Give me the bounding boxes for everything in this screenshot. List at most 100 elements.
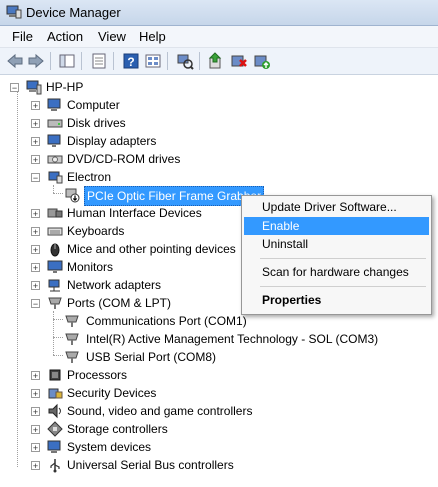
properties-icon[interactable]: [90, 52, 108, 70]
view-icon[interactable]: [144, 52, 162, 70]
system-icon: [47, 440, 61, 453]
show-hide-console-tree-icon[interactable]: [58, 52, 76, 70]
mouse-icon: [50, 243, 60, 257]
tree-item-label: DVD/CD-ROM drives: [67, 152, 181, 166]
expand-toggle[interactable]: +: [31, 119, 40, 129]
menu-separator: [260, 286, 426, 287]
tree-item-monitors[interactable]: + Monitors: [0, 258, 200, 276]
expand-toggle[interactable]: +: [31, 101, 40, 111]
tree-item-label-selected: PCIe Optic Fiber Frame Grabber: [84, 186, 265, 206]
tree-item-label: Processors: [67, 368, 128, 382]
dvd-drive-icon: [47, 155, 63, 164]
tree-item-processors[interactable]: + Processors: [0, 366, 200, 384]
expand-toggle[interactable]: +: [31, 461, 40, 471]
menu-view[interactable]: View: [98, 29, 126, 44]
menu-item-enable[interactable]: Enable: [244, 217, 429, 235]
tree-item-system-devices[interactable]: + System devices: [0, 438, 200, 456]
tree-item-label: Ports (COM & LPT): [67, 296, 172, 310]
expand-toggle[interactable]: +: [31, 443, 40, 453]
tree-item-mice[interactable]: + Mice and other pointing devices: [0, 240, 236, 258]
uninstall-icon[interactable]: [230, 52, 248, 70]
tree-item-network-adapters[interactable]: + Network adapters: [0, 276, 200, 294]
expand-toggle[interactable]: +: [31, 281, 40, 291]
collapse-toggle[interactable]: −: [31, 299, 40, 309]
tree-item-electron[interactable]: − Electron: [0, 168, 200, 186]
menu-item-scan-hardware[interactable]: Scan for hardware changes: [244, 263, 429, 281]
port-icon: [65, 315, 79, 327]
title-bar: Device Manager: [0, 0, 438, 26]
tree-item-label: System devices: [67, 440, 152, 454]
toolbar-separator: [113, 52, 114, 70]
tree-item-disk-drives[interactable]: + Disk drives: [0, 114, 200, 132]
tree-item-label: Monitors: [67, 260, 114, 274]
device-manager-icon: [6, 5, 22, 19]
forward-arrow-icon[interactable]: [27, 52, 45, 70]
toolbar: ?: [0, 48, 438, 75]
tree-item-sound-video-game[interactable]: + Sound, video and game controllers: [0, 402, 260, 420]
tree-root[interactable]: − HP-HP: [0, 78, 200, 96]
collapse-toggle[interactable]: −: [31, 173, 40, 183]
processor-icon: [49, 369, 61, 381]
monitor-icon: [47, 260, 63, 273]
tree-item-ports[interactable]: − Ports (COM & LPT): [0, 294, 200, 312]
sound-icon: [48, 403, 61, 419]
tree-item-label: USB Serial Port (COM8): [86, 350, 217, 364]
tree-item-dvd-cd-rom-drives[interactable]: + DVD/CD-ROM drives: [0, 150, 200, 168]
menu-item-uninstall[interactable]: Uninstall: [244, 235, 429, 253]
expand-toggle[interactable]: +: [31, 155, 40, 165]
expand-toggle[interactable]: +: [31, 263, 40, 273]
tree-item-com3[interactable]: Intel(R) Active Management Technology - …: [0, 330, 380, 348]
tree-item-storage-controllers[interactable]: + Storage controllers: [0, 420, 200, 438]
disk-drive-icon: [47, 119, 63, 128]
expand-toggle[interactable]: +: [31, 245, 40, 255]
collapse-toggle[interactable]: −: [10, 83, 19, 93]
expand-toggle[interactable]: +: [31, 389, 40, 399]
port-icon: [48, 297, 62, 309]
disabled-device-icon: [65, 188, 80, 203]
tree-item-computer[interactable]: + Computer: [0, 96, 200, 114]
port-icon: [65, 333, 79, 345]
expand-toggle[interactable]: +: [31, 371, 40, 381]
tree-item-label: Disk drives: [67, 116, 126, 130]
tree-item-human-interface-devices[interactable]: + Human Interface Devices: [0, 204, 202, 222]
tree-item-com8[interactable]: USB Serial Port (COM8): [0, 348, 300, 366]
port-icon: [65, 351, 79, 363]
expand-toggle[interactable]: +: [31, 209, 40, 219]
menu-item-properties[interactable]: Properties: [244, 291, 429, 309]
tree-item-label: Keyboards: [67, 224, 125, 238]
tree-item-label: Display adapters: [67, 134, 157, 148]
tree-item-label: Network adapters: [67, 278, 162, 292]
tree-item-display-adapters[interactable]: + Display adapters: [0, 132, 200, 150]
tree-item-security-devices[interactable]: + Security Devices: [0, 384, 200, 402]
tree-item-label: Electron: [67, 170, 112, 184]
menu-help[interactable]: Help: [139, 29, 166, 44]
toolbar-separator: [167, 52, 168, 70]
update-driver-icon[interactable]: [207, 52, 225, 70]
tree-item-usb-controllers[interactable]: + Universal Serial Bus controllers: [0, 456, 260, 474]
back-arrow-icon[interactable]: [6, 52, 24, 70]
menu-item-update-driver[interactable]: Update Driver Software...: [244, 198, 429, 216]
hid-icon: [47, 208, 63, 218]
help-icon[interactable]: ?: [122, 52, 140, 70]
svg-text:?: ?: [127, 55, 134, 69]
menu-action[interactable]: Action: [47, 29, 83, 44]
keyboard-icon: [47, 227, 63, 236]
expand-toggle[interactable]: +: [31, 227, 40, 237]
network-icon: [48, 279, 60, 292]
toolbar-separator: [50, 52, 51, 70]
expand-toggle[interactable]: +: [31, 407, 40, 417]
tree-item-label: Sound, video and game controllers: [67, 404, 253, 418]
electron-device-icon: [48, 171, 63, 184]
scan-hardware-icon[interactable]: [176, 52, 194, 70]
menu-separator: [260, 258, 426, 259]
storage-icon: [47, 421, 63, 437]
tree-item-keyboards[interactable]: + Keyboards: [0, 222, 200, 240]
tree-item-label: Mice and other pointing devices: [67, 242, 236, 256]
tree-item-label: Human Interface Devices: [67, 206, 202, 220]
tree-root-label: HP-HP: [46, 80, 84, 94]
expand-toggle[interactable]: +: [31, 425, 40, 435]
enable-device-icon[interactable]: [253, 52, 271, 70]
expand-toggle[interactable]: +: [31, 137, 40, 147]
menu-file[interactable]: File: [12, 29, 33, 44]
tree-item-pcie-frame-grabber[interactable]: PCIe Optic Fiber Frame Grabber: [0, 186, 265, 206]
